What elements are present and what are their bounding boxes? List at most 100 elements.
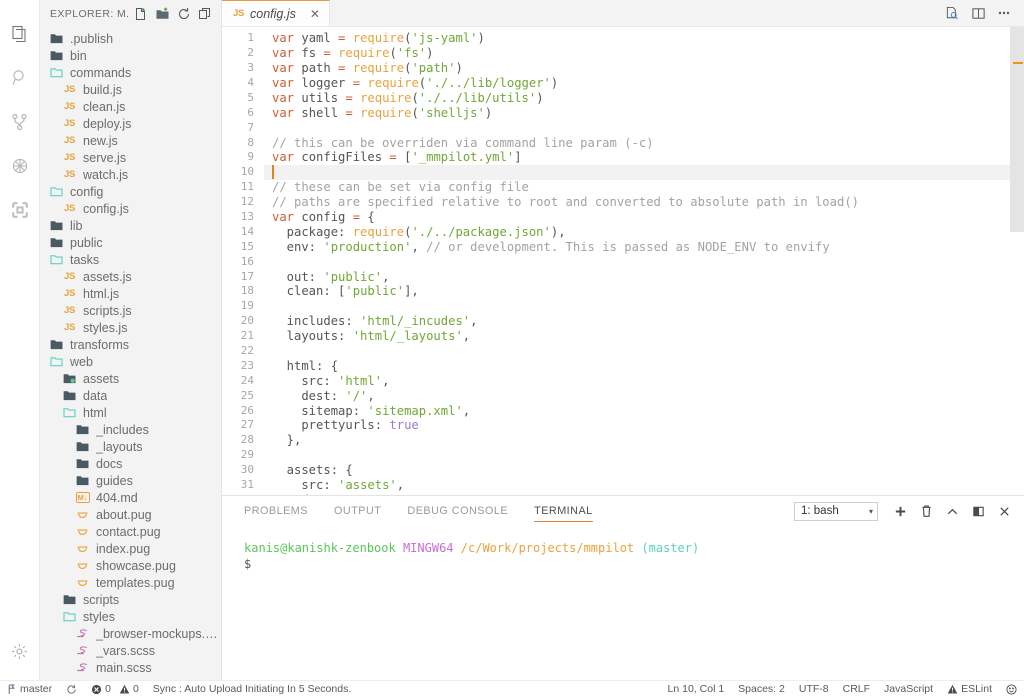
maximize-panel-button[interactable] [940,499,964,523]
tree-item-bin[interactable]: bin [40,47,221,64]
tree-item-data[interactable]: data [40,387,221,404]
tree-item-new-js[interactable]: JS new.js [40,132,221,149]
status-eslint[interactable]: ESLint [940,681,999,697]
status-language-mode[interactable]: JavaScript [877,681,940,697]
code-line[interactable]: var yaml = require('js-yaml') [264,31,1024,46]
panel-tab-debug-console[interactable]: DEBUG CONSOLE [407,500,508,522]
tree-item-docs[interactable]: docs [40,455,221,472]
editor-scrollbar[interactable] [1010,27,1024,495]
tree-item-transforms[interactable]: transforms [40,336,221,353]
status-cursor-position[interactable]: Ln 10, Col 1 [661,681,732,697]
tree-item-styles[interactable]: styles [40,608,221,625]
tree-item-main-scss[interactable]: main.scss [40,659,221,676]
tree-item-vars-scss[interactable]: _vars.scss [40,642,221,659]
tree-item-templates-pug[interactable]: templates.pug [40,574,221,591]
new-folder-button[interactable] [153,3,172,25]
code-line[interactable]: var utils = require('./../lib/utils') [264,91,1024,106]
split-terminal-button[interactable] [966,499,990,523]
tree-item-browser-mockups-scss[interactable]: _browser-mockups.scss [40,625,221,642]
status-eol[interactable]: CRLF [836,681,877,697]
code-line[interactable]: var path = require('path') [264,61,1024,76]
tree-item-build-js[interactable]: JS build.js [40,81,221,98]
code-line[interactable]: package: require('./../package.json'), [264,225,1024,240]
scrollbar-thumb[interactable] [1010,27,1024,233]
code-line[interactable]: var configFiles = ['_mmpilot.yml'] [264,150,1024,165]
file-tree[interactable]: .publish bin commands JS build.js JS clean.js J… [40,28,221,680]
tree-item-404-md[interactable]: M↓ 404.md [40,489,221,506]
tree-item-serve-js[interactable]: JS serve.js [40,149,221,166]
tree-item-showcase-pug[interactable]: showcase.pug [40,557,221,574]
tree-item-guides[interactable]: guides [40,472,221,489]
tree-item-config[interactable]: config [40,183,221,200]
panel-tab-output[interactable]: OUTPUT [334,500,381,522]
code-line[interactable]: env: 'production', // or development. Th… [264,240,1024,255]
panel-tab-terminal[interactable]: TERMINAL [534,500,593,522]
tree-item-assets-js[interactable]: JS assets.js [40,268,221,285]
status-indentation[interactable]: Spaces: 2 [731,681,792,697]
code-line[interactable]: assets: { [264,463,1024,478]
code-line[interactable]: var logger = require('./../lib/logger') [264,76,1024,91]
tree-item-clean-js[interactable]: JS clean.js [40,98,221,115]
collapse-all-button[interactable] [196,3,215,25]
new-file-button[interactable] [131,3,150,25]
open-preview-button[interactable] [940,1,964,25]
tree-item-index-pug[interactable]: index.pug [40,540,221,557]
tree-item-lib[interactable]: lib [40,217,221,234]
activitybar-extensions[interactable] [0,188,40,232]
code-line[interactable]: var fs = require('fs') [264,46,1024,61]
tree-item-tasks[interactable]: tasks [40,251,221,268]
code-line[interactable] [264,255,1024,270]
code-line[interactable] [264,448,1024,463]
code-line[interactable]: // these can be set via config file [264,180,1024,195]
tree-item-config-js[interactable]: JS config.js [40,200,221,217]
code-line[interactable]: html: { [264,359,1024,374]
kill-terminal-button[interactable] [914,499,938,523]
activitybar-source-control[interactable] [0,100,40,144]
code-line[interactable]: dest: '/' [264,493,1024,495]
code-line[interactable]: clean: ['public'], [264,284,1024,299]
tree-item-commands[interactable]: commands [40,64,221,81]
tree-item-web[interactable]: web [40,353,221,370]
code-editor[interactable]: 1 2 3 4 5 6 7 8 9 10 11 12 13 14 15 16 17 18 19 20 21 22 23 24 2… [222,27,1024,495]
code-line[interactable]: // paths are specified relative to root … [264,195,1024,210]
tree-item-public[interactable]: public [40,234,221,251]
code-line[interactable]: }, [264,433,1024,448]
tree-item-styles-js[interactable]: JS styles.js [40,319,221,336]
tree-item-html[interactable]: html [40,404,221,421]
new-terminal-button[interactable] [888,499,912,523]
code-line[interactable]: includes: 'html/_incudes', [264,314,1024,329]
activitybar-manage[interactable] [0,636,40,680]
terminal-output[interactable]: kanis@kanishk-zenbook MINGW64 /c/Work/pr… [222,526,1024,680]
tree-item-scripts[interactable]: scripts [40,591,221,608]
panel-tab-problems[interactable]: PROBLEMS [244,500,308,522]
code-line[interactable]: layouts: 'html/_layouts', [264,329,1024,344]
status-feedback[interactable] [999,681,1024,697]
status-sync-message[interactable]: Sync : Auto Upload Initiating In 5 Secon… [146,681,358,697]
status-errors[interactable]: 0 0 [84,681,146,697]
split-editor-button[interactable] [966,1,990,25]
code-line[interactable] [264,299,1024,314]
refresh-button[interactable] [174,3,193,25]
code-line[interactable]: var config = { [264,210,1024,225]
status-encoding[interactable]: UTF-8 [792,681,836,697]
tab-config-js[interactable]: JS config.js ✕ [222,0,330,27]
code-line[interactable] [264,121,1024,136]
terminal-selector[interactable]: 1: bash ▾ [794,501,878,521]
code-content[interactable]: var yaml = require('js-yaml') var fs = re… [264,27,1024,495]
tree-item-publish[interactable]: .publish [40,30,221,47]
tree-item-html-js[interactable]: JS html.js [40,285,221,302]
code-line[interactable]: src: 'html', [264,374,1024,389]
more-actions-button[interactable] [992,1,1016,25]
tree-item-scripts-js[interactable]: JS scripts.js [40,302,221,319]
code-line[interactable]: var shell = require('shelljs') [264,106,1024,121]
code-line[interactable]: src: 'assets', [264,478,1024,493]
tree-item-assets[interactable]: assets [40,370,221,387]
code-line[interactable]: sitemap: 'sitemap.xml', [264,404,1024,419]
activitybar-search[interactable] [0,56,40,100]
tree-item-deploy-js[interactable]: JS deploy.js [40,115,221,132]
code-line[interactable]: // this can be overriden via command lin… [264,136,1024,151]
status-branch[interactable]: master [0,681,59,697]
code-line[interactable]: prettyurls: true [264,418,1024,433]
code-line[interactable]: out: 'public', [264,270,1024,285]
close-panel-button[interactable] [992,499,1016,523]
